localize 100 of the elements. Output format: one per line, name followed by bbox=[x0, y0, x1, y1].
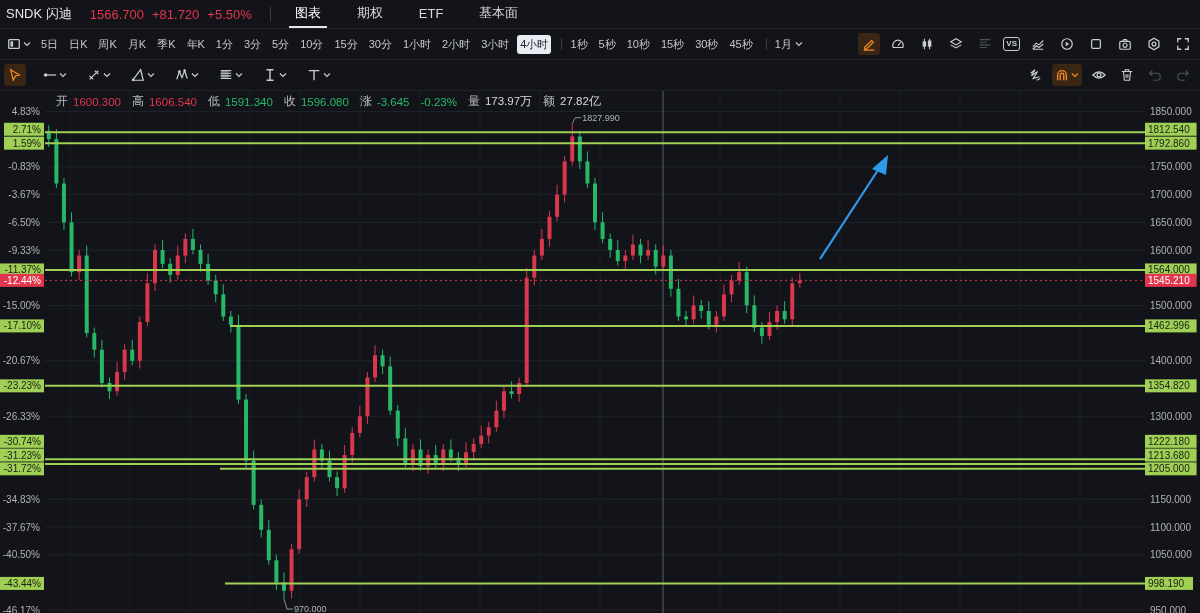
level-percent-label: -17.10% bbox=[0, 319, 44, 333]
ohlc-label: 收 bbox=[283, 94, 296, 109]
candlestick bbox=[691, 294, 696, 325]
price-change: +81.720 bbox=[151, 6, 200, 22]
interval-button[interactable]: 年K bbox=[183, 34, 208, 54]
interval-button[interactable]: 4小时 bbox=[517, 34, 552, 54]
low-price-label: 970.000 bbox=[293, 604, 327, 613]
price-axis-label: 1400.000 bbox=[1150, 355, 1192, 367]
interval-button[interactable]: 30秒 bbox=[692, 34, 722, 54]
interval-button[interactable]: 1小时 bbox=[399, 34, 435, 54]
ohlc-value: 173.97万 bbox=[484, 94, 533, 109]
percent-axis-label: -37.67% bbox=[2, 521, 40, 533]
price-axis-label: 1850.000 bbox=[1150, 106, 1192, 117]
high-price-label: 1827.990 bbox=[582, 112, 620, 123]
eye-icon bbox=[1092, 68, 1106, 82]
percent-axis-label: -46.17% bbox=[2, 604, 40, 613]
magnet-tool-button[interactable] bbox=[1052, 64, 1082, 86]
percent-axis-label: -34.83% bbox=[2, 493, 40, 505]
gear-icon bbox=[1147, 37, 1161, 51]
view-tab[interactable]: 图表 bbox=[288, 0, 327, 28]
lines-icon bbox=[978, 37, 993, 51]
candlestick bbox=[684, 310, 689, 328]
ohlc-value: -0.23% bbox=[420, 95, 457, 108]
view-tab[interactable]: 期权 bbox=[350, 0, 389, 28]
candlestick bbox=[274, 554, 279, 591]
candlestick bbox=[661, 245, 666, 272]
range-dropdown[interactable]: 1月 bbox=[771, 34, 806, 54]
interval-button[interactable]: 45秒 bbox=[726, 34, 756, 54]
candlestick bbox=[92, 327, 97, 358]
undo-icon bbox=[1148, 68, 1162, 82]
ohlc-value: 27.82亿 bbox=[560, 94, 601, 109]
candlestick bbox=[160, 239, 165, 269]
candlestick bbox=[775, 304, 780, 331]
pencil-button[interactable] bbox=[858, 33, 881, 55]
level-price-label: 1792.860 bbox=[1145, 136, 1197, 150]
candlestick bbox=[547, 210, 552, 248]
candlestick bbox=[494, 400, 499, 433]
candlestick bbox=[699, 299, 704, 320]
interval-button[interactable]: 10秒 bbox=[623, 34, 653, 54]
interval-button[interactable]: 月K bbox=[124, 34, 150, 54]
candlestick bbox=[653, 243, 658, 275]
candlestick bbox=[729, 274, 734, 303]
view-tab[interactable]: ETF bbox=[412, 0, 450, 28]
price-axis-label: 1300.000 bbox=[1150, 410, 1192, 422]
camera-icon bbox=[1118, 37, 1132, 51]
ohlc-value: 1606.540 bbox=[148, 95, 197, 108]
interval-button[interactable]: 15秒 bbox=[657, 34, 688, 54]
ref-line-label: 1213.680 bbox=[1148, 449, 1191, 461]
ref-line-label: 1354.820 bbox=[1148, 380, 1191, 392]
interval-button[interactable]: 15分 bbox=[331, 34, 361, 54]
stock-price: 1566.700 bbox=[89, 6, 144, 22]
interval-button[interactable]: 10分 bbox=[297, 34, 327, 54]
view-tab[interactable]: 基本面 bbox=[473, 0, 525, 28]
percent-axis-label: -6.50% bbox=[8, 216, 40, 228]
candlestick bbox=[448, 438, 453, 463]
ref-line-label: 1792.860 bbox=[1148, 137, 1191, 149]
level-price-label: 1354.820 bbox=[1145, 379, 1197, 393]
interval-button[interactable]: 5分 bbox=[269, 34, 293, 54]
ohlc-label: 低 bbox=[207, 94, 220, 109]
interval-button[interactable]: 日K bbox=[66, 34, 91, 54]
interval-button[interactable]: 5秒 bbox=[595, 34, 619, 54]
scribble-icon bbox=[1028, 68, 1042, 82]
leader-line bbox=[571, 117, 582, 125]
interval-button[interactable]: 周K bbox=[95, 34, 120, 54]
candlestick bbox=[335, 471, 340, 497]
interval-button[interactable]: 1分 bbox=[212, 34, 236, 54]
price-axis-label: 1650.000 bbox=[1150, 216, 1192, 228]
redo-icon bbox=[1176, 68, 1190, 82]
price-axis-label: 950.000 bbox=[1150, 604, 1187, 613]
candlestick bbox=[501, 385, 506, 419]
candlestick bbox=[615, 239, 620, 267]
price-axis-label: 1500.000 bbox=[1150, 299, 1192, 311]
interval-button[interactable]: 季K bbox=[154, 34, 179, 54]
compare-button[interactable]: VS bbox=[1003, 37, 1020, 51]
interval-button[interactable]: 1秒 bbox=[567, 34, 591, 54]
candlestick bbox=[638, 238, 643, 264]
level-percent-label: -43.44% bbox=[0, 576, 44, 590]
interval-button[interactable]: 3小时 bbox=[478, 34, 513, 54]
candlestick bbox=[721, 283, 726, 322]
price-axis-label: 1600.000 bbox=[1150, 244, 1192, 256]
trend-icon bbox=[1031, 37, 1045, 51]
candlestick bbox=[304, 471, 309, 508]
interval-button[interactable]: 5日 bbox=[38, 34, 62, 54]
interval-button[interactable]: 2小时 bbox=[439, 34, 474, 54]
caret-icon bbox=[794, 40, 803, 48]
level-percent-label: -31.72% bbox=[0, 462, 44, 476]
level-price-label: 998.190 bbox=[1145, 576, 1193, 590]
candlestick bbox=[471, 437, 476, 461]
candlestick bbox=[532, 249, 537, 286]
ref-line-label: 1205.000 bbox=[1148, 463, 1191, 475]
candlestick bbox=[782, 300, 787, 325]
gauge-icon bbox=[891, 37, 906, 51]
level-price-label: 1205.000 bbox=[1145, 462, 1197, 476]
candlestick bbox=[630, 233, 635, 261]
layout-icon bbox=[7, 37, 21, 51]
interval-button[interactable]: 3分 bbox=[240, 34, 265, 54]
candlestick bbox=[183, 232, 188, 264]
ohlc-value: -3.645 bbox=[376, 95, 410, 108]
cursor-tool-button[interactable] bbox=[4, 64, 26, 86]
interval-button[interactable]: 30分 bbox=[365, 34, 395, 54]
